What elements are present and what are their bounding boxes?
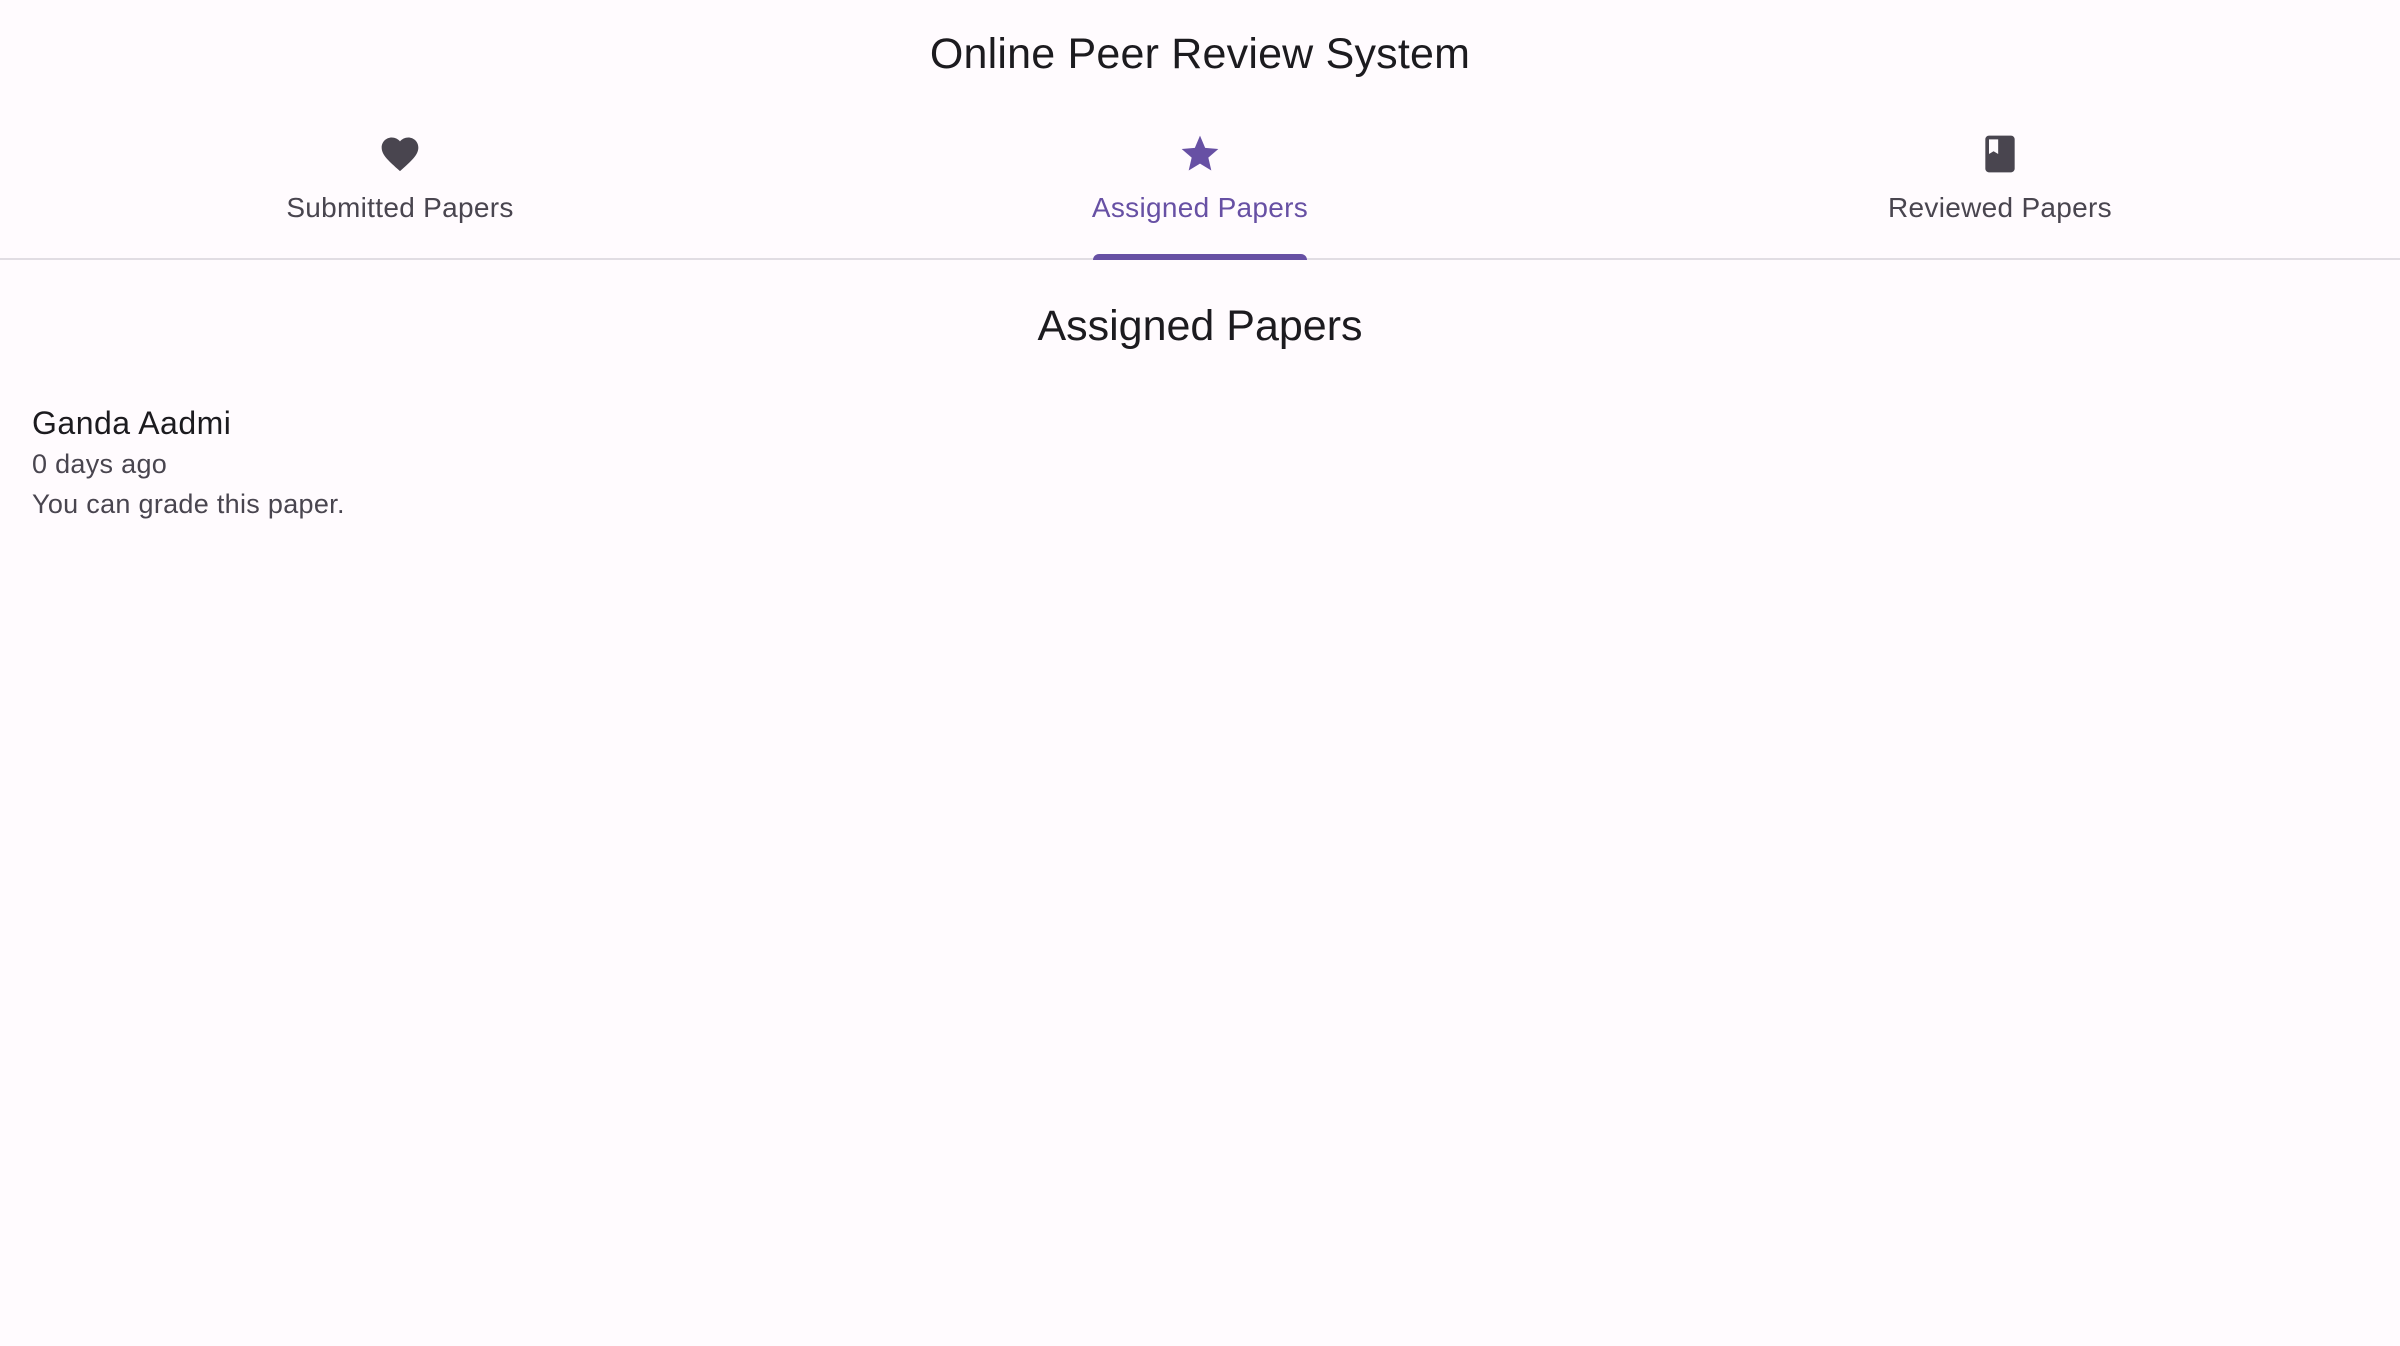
tab-reviewed-papers[interactable]: Reviewed Papers: [1600, 108, 2400, 258]
app-bar: Online Peer Review System: [0, 0, 2400, 108]
tab-label: Submitted Papers: [286, 192, 514, 223]
active-tab-indicator: [1093, 254, 1307, 260]
app-title: Online Peer Review System: [929, 29, 1471, 78]
paper-list-item[interactable]: Ganda Aadmi 0 days ago You can grade thi…: [32, 402, 2368, 524]
paper-status: You can grade this paper.: [32, 489, 345, 519]
paper-author: Ganda Aadmi: [32, 405, 232, 441]
paper-time: 0 days ago: [32, 449, 168, 479]
tab-submitted-papers[interactable]: Submitted Papers: [0, 108, 800, 258]
star-icon: [1176, 130, 1224, 178]
tab-label: Reviewed Papers: [1888, 192, 2112, 223]
tab-label: Assigned Papers: [1091, 192, 1309, 223]
tab-bar: Submitted Papers Assigned Papers Reviewe…: [0, 108, 2400, 260]
heart-icon: [376, 130, 424, 178]
book-icon: [1976, 130, 2024, 178]
tab-assigned-papers[interactable]: Assigned Papers: [800, 108, 1600, 260]
section-title: Assigned Papers: [1037, 302, 1363, 350]
main-content: Assigned Papers Ganda Aadmi 0 days ago Y…: [0, 290, 2400, 524]
